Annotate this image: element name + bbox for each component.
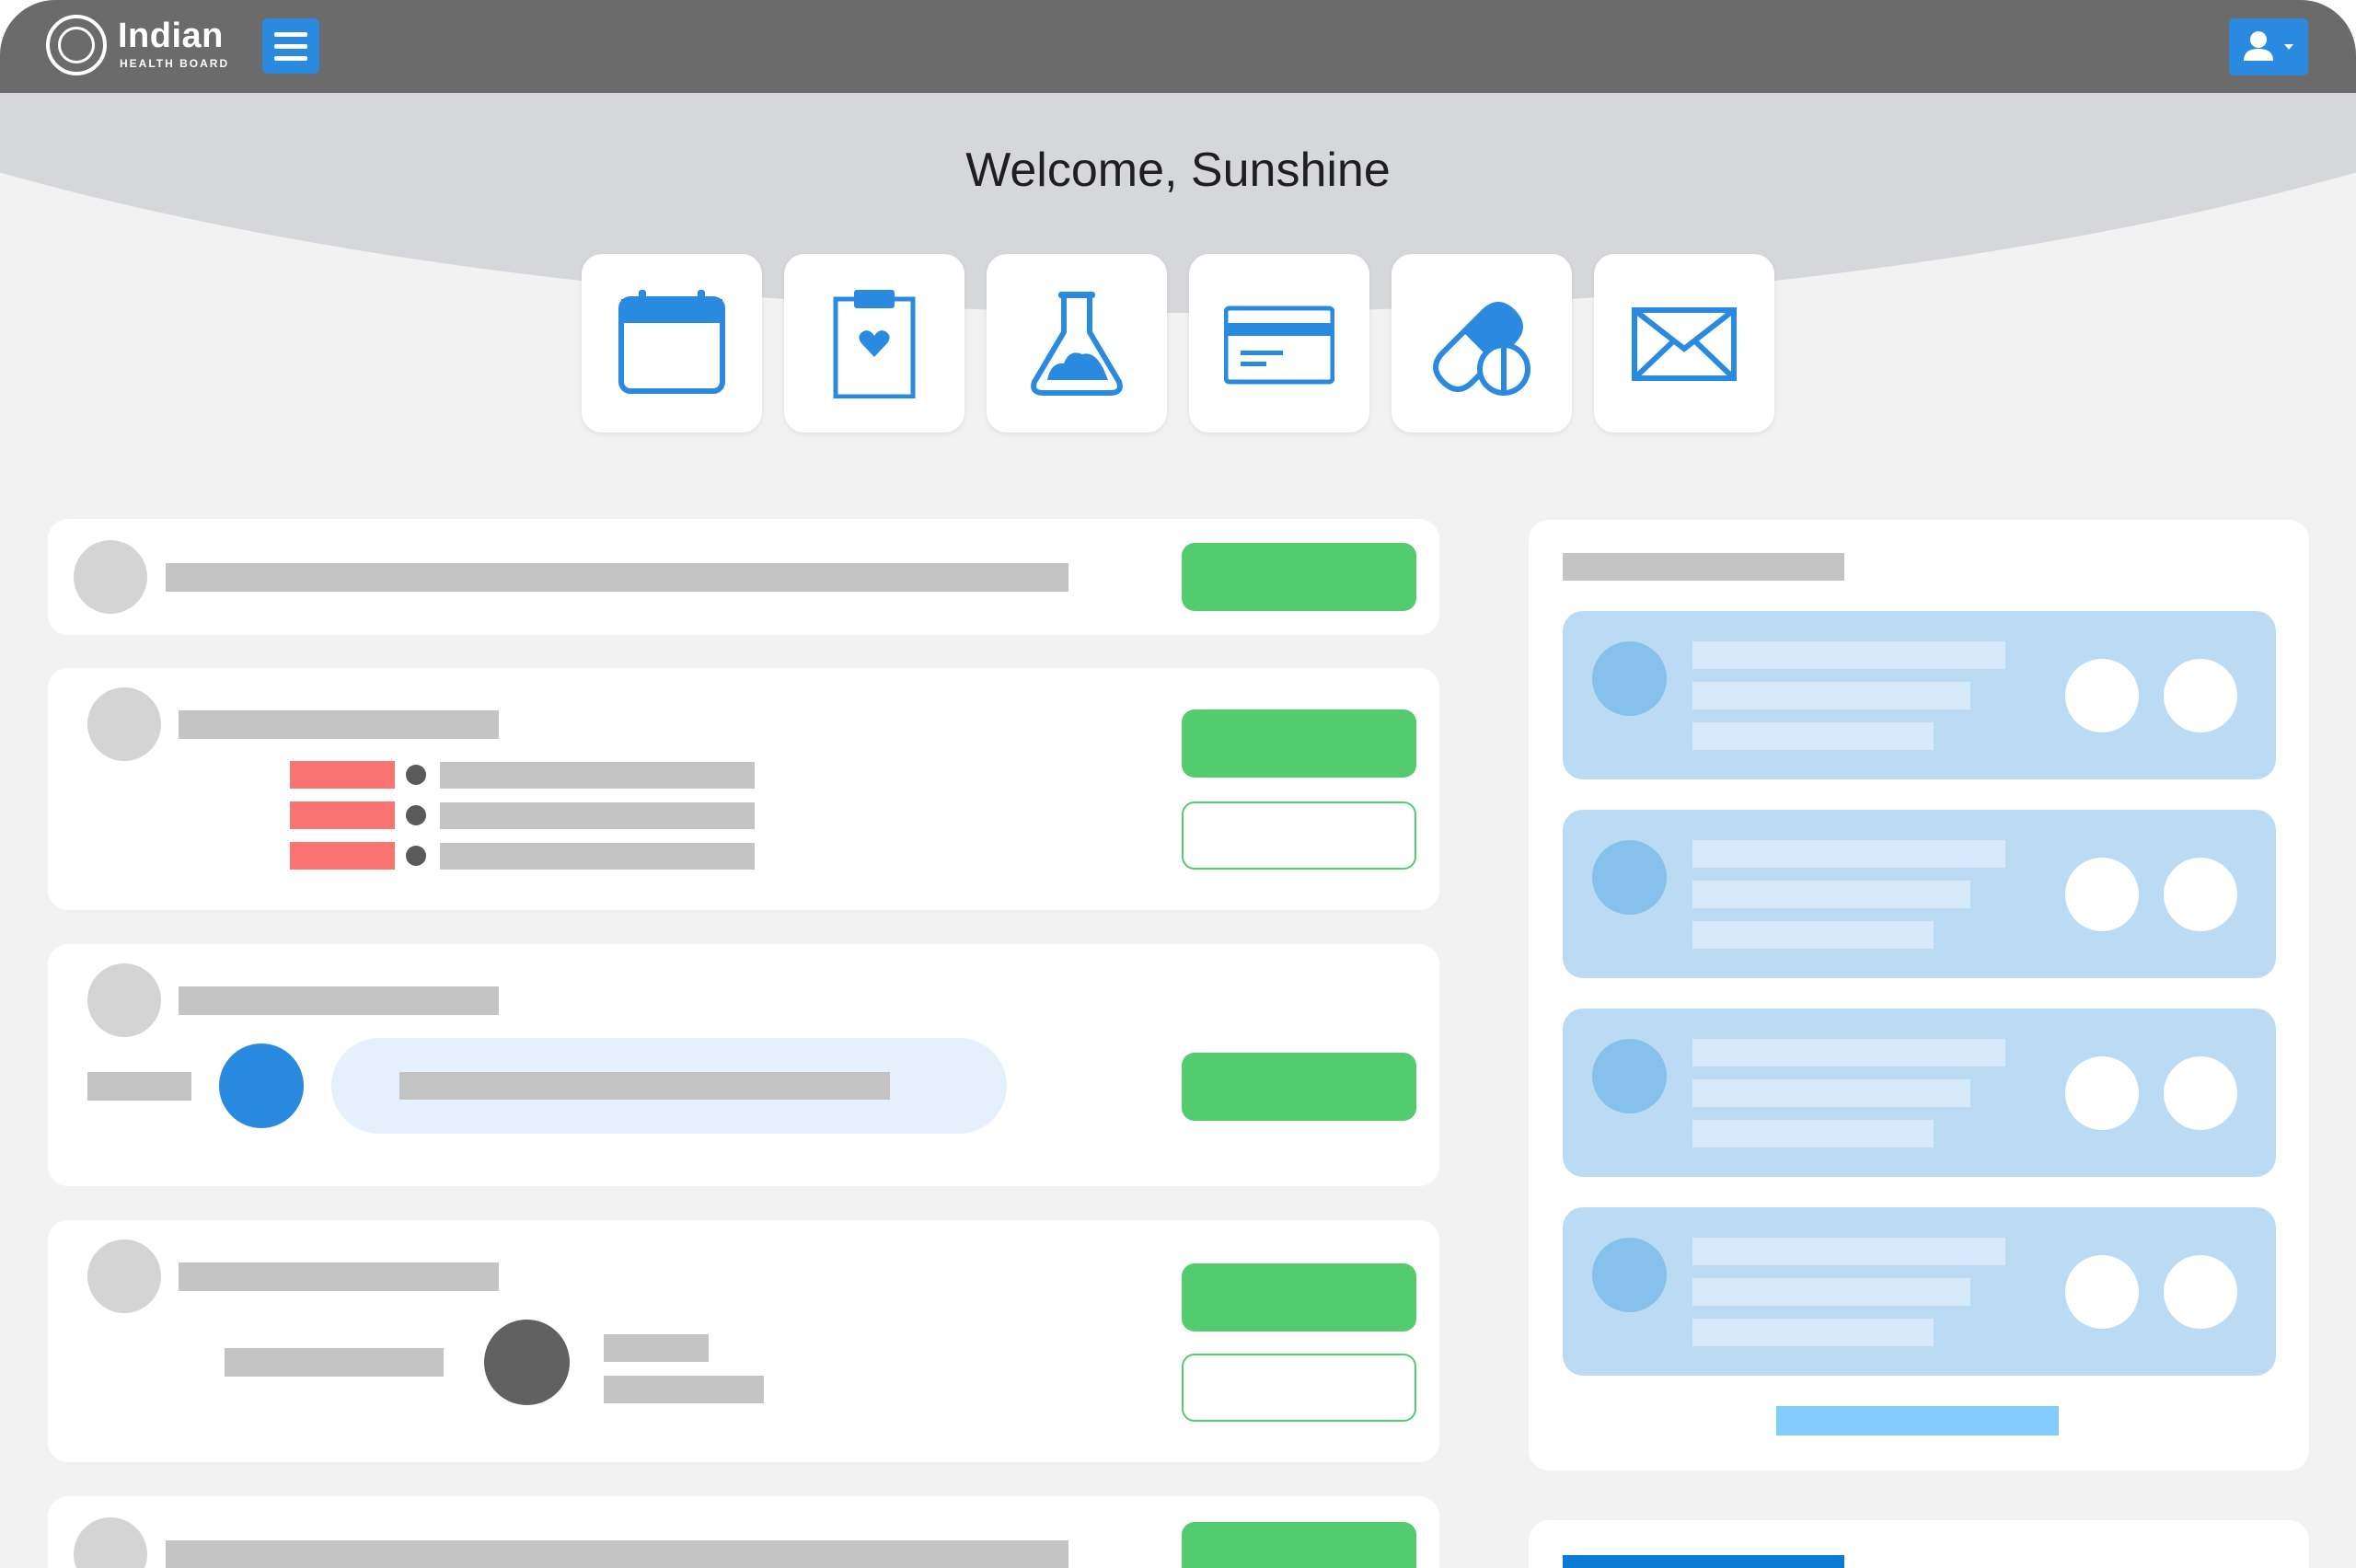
status-indicator — [219, 1043, 304, 1128]
placeholder-text — [1692, 722, 1934, 750]
pills-icon — [1433, 302, 1530, 396]
action-button[interactable] — [2065, 1056, 2139, 1130]
placeholder-text — [1692, 1278, 1970, 1306]
appointment-item[interactable] — [1563, 810, 2276, 978]
placeholder-text — [440, 802, 755, 829]
placeholder-text — [604, 1334, 709, 1362]
logo-subtitle: HEALTH BOARD — [120, 57, 230, 70]
appointments-tile[interactable] — [582, 254, 762, 432]
appointment-item[interactable] — [1563, 1009, 2276, 1177]
user-icon — [2244, 31, 2293, 61]
feed-card-5 — [48, 1496, 1439, 1568]
placeholder-text — [1692, 1039, 2005, 1066]
action-button[interactable] — [2065, 1255, 2139, 1329]
bullet-dot — [406, 846, 426, 866]
appointment-item[interactable] — [1563, 611, 2276, 779]
alert-flag — [290, 842, 395, 870]
placeholder-text — [399, 1072, 890, 1100]
avatar — [1592, 840, 1667, 915]
feed-card-2 — [48, 668, 1439, 910]
placeholder-text — [1692, 682, 1970, 709]
chevron-down-icon — [2284, 44, 2293, 50]
provider-avatar — [484, 1320, 570, 1405]
lab-flask-icon — [1031, 292, 1123, 396]
primary-action-button[interactable] — [1182, 1522, 1416, 1568]
placeholder-text — [440, 843, 755, 870]
calendar-icon — [618, 290, 725, 394]
placeholder-text — [1692, 641, 2005, 669]
action-button[interactable] — [2065, 858, 2139, 931]
action-button[interactable] — [2164, 1255, 2237, 1329]
placeholder-text — [1692, 921, 1934, 949]
top-navigation-bar: Indian HEALTH BOARD — [0, 0, 2356, 93]
placeholder-text — [1692, 881, 1970, 908]
placeholder-text — [166, 563, 1068, 592]
credit-card-icon — [1224, 306, 1334, 385]
placeholder-text — [166, 1540, 1068, 1568]
placeholder-text — [1692, 1120, 1934, 1147]
primary-action-button[interactable] — [1182, 709, 1416, 778]
clipboard-heart-icon — [833, 290, 916, 398]
feed-card-3 — [48, 944, 1439, 1186]
placeholder-label — [225, 1348, 444, 1377]
primary-action-button[interactable] — [1182, 543, 1416, 611]
mail-icon — [1632, 307, 1737, 381]
primary-action-button[interactable] — [1182, 1053, 1416, 1121]
secondary-action-button[interactable] — [1182, 801, 1416, 870]
lab-results-tile[interactable] — [987, 254, 1167, 432]
hamburger-menu-button[interactable] — [262, 18, 319, 74]
billing-tile[interactable] — [1189, 254, 1369, 432]
avatar — [87, 963, 161, 1037]
primary-action-button[interactable] — [1182, 1263, 1416, 1332]
logo-emblem-icon — [46, 15, 107, 75]
avatar — [74, 540, 147, 614]
placeholder-text — [1692, 1238, 2005, 1265]
panel-title-placeholder — [1563, 553, 1844, 581]
placeholder-text — [1692, 1079, 1970, 1107]
action-button[interactable] — [2065, 659, 2139, 732]
action-button[interactable] — [2164, 1056, 2237, 1130]
placeholder-text — [1692, 840, 2005, 868]
info-pill — [331, 1038, 1007, 1134]
secondary-action-button[interactable] — [1182, 1354, 1416, 1422]
avatar — [1592, 641, 1667, 716]
hamburger-icon — [274, 32, 307, 37]
welcome-heading: Welcome, Sunshine — [965, 144, 1391, 197]
bullet-dot — [406, 765, 426, 785]
panel-title-placeholder — [1563, 1555, 1844, 1568]
indian-health-board-logo[interactable]: Indian HEALTH BOARD — [46, 15, 248, 79]
placeholder-text — [1692, 1319, 1934, 1346]
messages-tile[interactable] — [1594, 254, 1774, 432]
bullet-dot — [406, 805, 426, 825]
avatar — [1592, 1039, 1667, 1113]
medications-tile[interactable] — [1392, 254, 1572, 432]
appointment-item[interactable] — [1563, 1207, 2276, 1376]
health-records-tile[interactable] — [784, 254, 964, 432]
placeholder-text — [440, 762, 755, 789]
placeholder-label — [87, 1072, 191, 1101]
logo-title: Indian — [118, 17, 224, 55]
view-all-link[interactable] — [1776, 1406, 2059, 1435]
avatar — [87, 1239, 161, 1313]
avatar — [1592, 1238, 1667, 1312]
feed-card-4 — [48, 1220, 1439, 1462]
avatar — [87, 687, 161, 761]
action-button[interactable] — [2164, 659, 2237, 732]
placeholder-title — [179, 710, 499, 739]
alert-flag — [290, 801, 395, 829]
alert-flag — [290, 761, 395, 789]
placeholder-title — [179, 986, 499, 1015]
avatar — [74, 1517, 147, 1568]
app-frame: Indian HEALTH BOARD Welcome, Sunshine — [0, 0, 2356, 1568]
user-menu-button[interactable] — [2229, 18, 2308, 75]
placeholder-text — [604, 1376, 764, 1403]
placeholder-title — [179, 1262, 499, 1291]
feed-card-1 — [48, 519, 1439, 635]
action-button[interactable] — [2164, 858, 2237, 931]
